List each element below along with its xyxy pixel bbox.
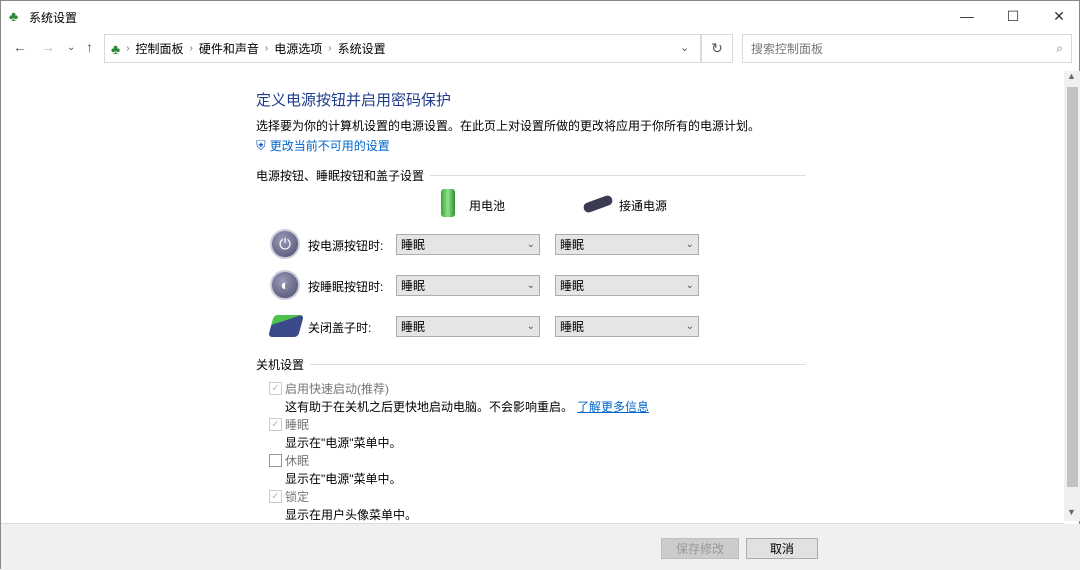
cancel-button[interactable]: 取消	[746, 538, 818, 559]
checkbox-description: 显示在"电源"菜单中。	[285, 472, 402, 486]
breadcrumb-item[interactable]: 电源选项	[274, 40, 322, 57]
select-value: 睡眠	[560, 279, 585, 293]
select-value: 睡眠	[560, 320, 585, 334]
recent-chevron-icon[interactable]: ⌄	[67, 42, 75, 53]
power-button-plugged-select[interactable]: 睡眠 ⌄	[555, 234, 699, 255]
lock-checkbox[interactable]: ✓	[269, 490, 282, 503]
chevron-right-icon: ›	[328, 43, 332, 54]
checkbox-label: 启用快速启动(推荐)	[285, 382, 389, 396]
select-value: 睡眠	[560, 238, 585, 252]
sleep-checkbox[interactable]: ✓	[269, 418, 282, 431]
chevron-right-icon: ›	[126, 43, 130, 54]
power-button-icon: ⏻	[270, 229, 300, 259]
scrollbar-thumb[interactable]	[1067, 87, 1078, 487]
sleep-button-plugged-select[interactable]: 睡眠 ⌄	[555, 275, 699, 296]
fast-startup-checkbox[interactable]: ✓	[269, 382, 282, 395]
checkbox-label: 锁定	[285, 490, 310, 504]
search-input[interactable]: 搜索控制面板 ⌕	[742, 34, 1072, 63]
search-icon: ⌕	[1056, 41, 1063, 55]
row-label: 按睡眠按钮时:	[308, 280, 384, 294]
control-panel-icon: ♣	[111, 40, 121, 57]
checkbox-description: 这有助于在关机之后更快地启动电脑。不会影响重启。	[285, 400, 574, 414]
back-icon[interactable]: ←	[13, 39, 27, 55]
uac-shield-icon: ⛨	[256, 137, 266, 153]
sleep-button-battery-select[interactable]: 睡眠 ⌄	[396, 275, 540, 296]
lid-close-plugged-select[interactable]: 睡眠 ⌄	[555, 316, 699, 337]
minimize-button[interactable]: —	[944, 1, 990, 31]
battery-icon	[441, 189, 455, 217]
search-placeholder: 搜索控制面板	[751, 42, 824, 56]
breadcrumb-item[interactable]: 硬件和声音	[199, 40, 259, 57]
address-dropdown-icon[interactable]: ⌄	[680, 41, 689, 54]
scroll-up-icon[interactable]: ▲	[1067, 71, 1076, 81]
chevron-right-icon: ›	[189, 43, 193, 54]
select-value: 睡眠	[401, 279, 426, 293]
section-title: 电源按钮、睡眠按钮和盖子设置	[256, 169, 425, 183]
power-buttons-section-header: 电源按钮、睡眠按钮和盖子设置	[256, 167, 806, 184]
lid-close-battery-select[interactable]: 睡眠 ⌄	[396, 316, 540, 337]
window-title: 系统设置	[29, 11, 78, 25]
chevron-down-icon: ⌄	[685, 239, 694, 250]
page-description: 选择要为你的计算机设置的电源设置。在此页上对设置所做的更改将应用于你所有的电源计…	[256, 119, 761, 133]
control-panel-icon: ♣	[9, 8, 19, 24]
save-button[interactable]: 保存修改	[661, 538, 739, 559]
checkbox-description: 显示在用户头像菜单中。	[285, 508, 418, 522]
hibernate-checkbox[interactable]	[269, 454, 282, 467]
footer-bar	[1, 524, 1080, 570]
page-title: 定义电源按钮并启用密码保护	[256, 92, 452, 109]
address-bar[interactable]: ♣ › 控制面板 › 硬件和声音 › 电源选项 › 系统设置 ⌄	[104, 34, 701, 63]
refresh-button[interactable]: ↻	[701, 34, 733, 63]
select-value: 睡眠	[401, 320, 426, 334]
chevron-down-icon: ⌄	[526, 321, 535, 332]
divider	[1, 523, 1064, 524]
checkbox-label: 睡眠	[285, 418, 310, 432]
shutdown-section-header: 关机设置	[256, 356, 806, 373]
column-battery: 用电池	[469, 199, 506, 213]
section-title: 关机设置	[256, 358, 305, 372]
close-button[interactable]: ✕	[1036, 1, 1080, 31]
chevron-right-icon: ›	[264, 43, 269, 54]
power-plug-icon	[582, 194, 614, 214]
breadcrumb-item[interactable]: 系统设置	[338, 40, 386, 57]
up-icon[interactable]: ↑	[86, 39, 93, 55]
change-settings-link[interactable]: 更改当前不可用的设置	[270, 137, 390, 154]
laptop-lid-icon	[268, 315, 304, 337]
row-label: 按电源按钮时:	[308, 239, 384, 253]
power-button-battery-select[interactable]: 睡眠 ⌄	[396, 234, 540, 255]
chevron-down-icon: ⌄	[526, 239, 535, 250]
sleep-button-icon: ◐	[270, 270, 300, 300]
maximize-button[interactable]: ☐	[990, 1, 1036, 31]
title-bar: ♣ 系统设置 — ☐ ✕	[1, 1, 1080, 31]
column-plugged-in: 接通电源	[619, 199, 668, 213]
select-value: 睡眠	[401, 238, 426, 252]
checkbox-description: 显示在"电源"菜单中。	[285, 436, 402, 450]
scroll-down-icon[interactable]: ▼	[1067, 507, 1076, 517]
chevron-down-icon: ⌄	[526, 280, 535, 291]
chevron-down-icon: ⌄	[685, 280, 694, 291]
forward-icon[interactable]: →	[41, 39, 55, 55]
row-label: 关闭盖子时:	[308, 321, 372, 335]
learn-more-link[interactable]: 了解更多信息	[577, 400, 649, 414]
breadcrumb-item[interactable]: 控制面板	[136, 40, 184, 57]
checkbox-label: 休眠	[285, 454, 310, 468]
chevron-down-icon: ⌄	[685, 321, 694, 332]
